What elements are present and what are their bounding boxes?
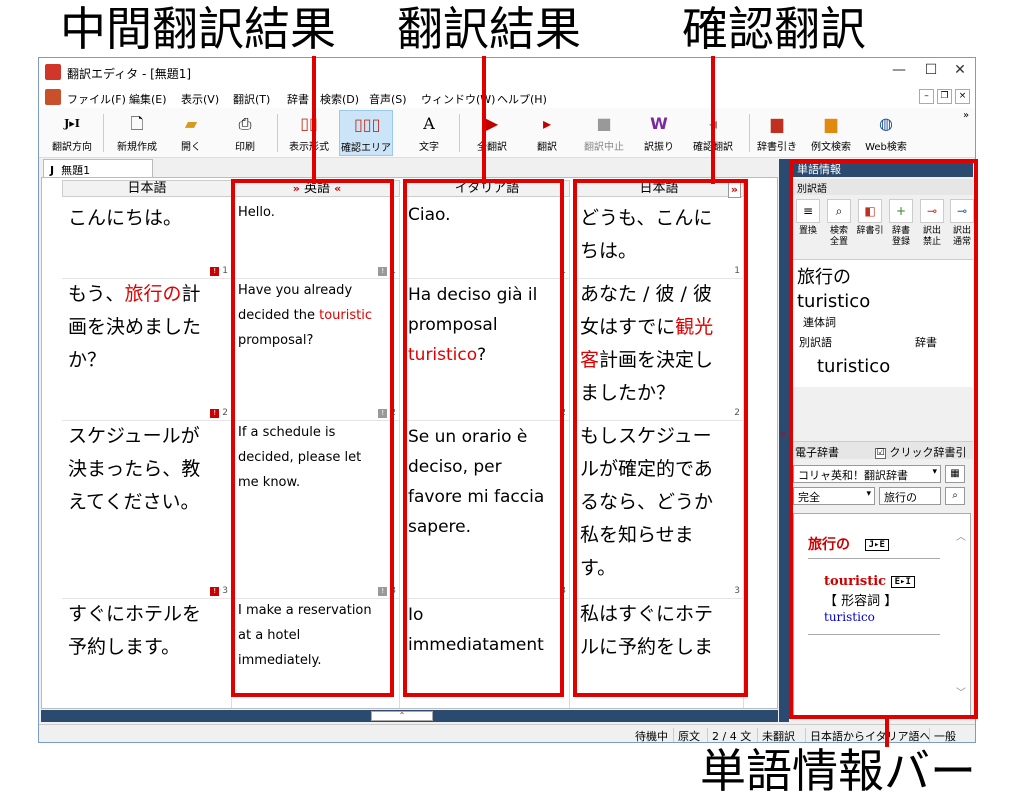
callout-line-result xyxy=(482,56,486,184)
menu-dictionary-search[interactable]: 辞書・検索(D) xyxy=(287,91,359,107)
expand-up-icon[interactable]: ⌃ xyxy=(371,711,433,721)
printer-icon: ⎙ xyxy=(238,114,252,133)
menu-edit[interactable]: 編集(E) xyxy=(129,91,167,107)
dictionary-icon: ▆ xyxy=(770,114,784,133)
stop-icon: ■ xyxy=(596,114,612,133)
segment-1-source[interactable]: こんにちは。 xyxy=(62,202,231,235)
callout-line-intermediate xyxy=(312,56,316,184)
warning-flag-icon: ! xyxy=(210,267,220,276)
mdi-minimize-button[interactable]: – xyxy=(919,89,934,104)
status-count: 2 / 4 文 xyxy=(707,728,755,742)
toolbar-separator xyxy=(749,114,750,152)
window-title: 翻訳エディタ - [無題1] xyxy=(67,67,192,81)
confirm-area-button[interactable]: ▯▯▯ 確認エリア xyxy=(339,110,393,156)
callout-line-wordbar xyxy=(885,715,889,747)
status-direction: 日本語からイタリア語へ xyxy=(805,728,935,742)
title-bar: 翻訳エディタ - [無題1] — ☐ ✕ xyxy=(39,58,975,86)
toolbar-overflow-icon[interactable]: » xyxy=(963,110,969,121)
example-search-button[interactable]: ▆ 例文検索 xyxy=(805,110,857,156)
warning-flag-icon: ! xyxy=(210,409,220,418)
warning-flag-icon: ! xyxy=(210,587,220,596)
highlight-word-info-bar xyxy=(789,159,978,719)
expand-right-icon[interactable]: » xyxy=(780,429,786,440)
display-format-icon: ▯▯ xyxy=(300,114,318,133)
font-icon: A xyxy=(423,114,435,133)
maximize-button[interactable]: ☐ xyxy=(916,62,946,78)
segment-3-source[interactable]: スケジュールが 決まったら、教 えてください。 xyxy=(62,420,231,519)
translate-button[interactable]: ▸ 翻訳 xyxy=(527,110,567,156)
status-field: 一般 xyxy=(929,728,960,742)
column-header-source: 日本語 xyxy=(62,180,232,197)
highlight-target-column xyxy=(403,179,564,697)
segment-number: ! 1 xyxy=(210,266,228,276)
menu-translate[interactable]: 翻訳(T) xyxy=(233,91,270,107)
label-confirm-translation: 確認翻訳 xyxy=(682,2,866,56)
folder-icon: ▰ xyxy=(184,114,198,133)
new-document-icon: 🗋 xyxy=(130,114,144,133)
horizontal-splitter[interactable]: ⌃ xyxy=(41,710,778,722)
segment-4-source[interactable]: すぐにホテルを 予約します。 xyxy=(62,598,231,664)
source-column[interactable]: こんにちは。 ! 1 もう、旅行の計 画を決めました か？ ! 2 スケジュールが … xyxy=(62,198,232,708)
document-tab[interactable]: J 無題1 xyxy=(43,159,153,177)
menu-bar: ファイル(F) 編集(E) 表示(V) 翻訳(T) 辞書・検索(D) 音声(S)… xyxy=(39,86,975,108)
example-icon: ▆ xyxy=(824,114,838,133)
globe-icon: ◍ xyxy=(879,114,893,133)
segment-number: ! 3 xyxy=(210,586,228,596)
label-translation-result: 翻訳結果 xyxy=(397,2,581,56)
app-icon xyxy=(45,64,61,80)
translation-direction-button[interactable]: J▸I 翻訳方向 xyxy=(45,110,99,156)
segment-2-source[interactable]: もう、旅行の計 画を決めました か？ xyxy=(62,278,231,377)
close-button[interactable]: ✕ xyxy=(945,62,975,78)
menu-help[interactable]: ヘルプ(H) xyxy=(497,91,547,107)
vertical-splitter[interactable]: » xyxy=(779,159,789,722)
assign-translation-button[interactable]: W 訳振り xyxy=(637,110,681,156)
print-button[interactable]: ⎙ 印刷 xyxy=(223,110,267,156)
callout-line-confirm xyxy=(711,56,715,184)
toolbar: J▸I 翻訳方向 🗋 新規作成 ▰ 開く ⎙ 印刷 ▯▯ 表示形式 ▯▯▯ 確認… xyxy=(39,108,975,158)
toolbar-separator xyxy=(277,114,278,152)
web-search-button[interactable]: ◍ Web検索 xyxy=(861,110,911,156)
confirm-area-icon: ▯▯▯ xyxy=(354,115,381,134)
mdi-restore-button[interactable]: ❐ xyxy=(937,89,952,104)
document-icon xyxy=(45,89,61,105)
highlight-confirm-column xyxy=(573,179,748,697)
label-intermediate-result: 中間翻訳結果 xyxy=(60,2,336,56)
toolbar-separator xyxy=(103,114,104,152)
status-untranslated: 未翻訳 xyxy=(757,728,799,742)
menu-view[interactable]: 表示(V) xyxy=(181,91,219,107)
mdi-close-button[interactable]: × xyxy=(955,89,970,104)
status-bar: 待機中 原文 2 / 4 文 未翻訳 日本語からイタリア語へ 一般 xyxy=(39,724,975,743)
dict-lookup-button[interactable]: ▆ 辞書引き xyxy=(753,110,801,156)
display-format-button[interactable]: ▯▯ 表示形式 xyxy=(283,110,335,156)
status-mode: 原文 xyxy=(673,728,704,742)
status-state: 待機中 xyxy=(635,730,668,743)
direction-icon: J▸I xyxy=(64,117,80,130)
new-button[interactable]: 🗋 新規作成 xyxy=(109,110,165,156)
menu-file[interactable]: ファイル(F) xyxy=(67,91,126,107)
stop-translate-button[interactable]: ■ 翻訳中止 xyxy=(577,110,631,156)
assign-icon: W xyxy=(650,114,668,133)
font-button[interactable]: A 文字 xyxy=(409,110,449,156)
minimize-button[interactable]: — xyxy=(884,62,914,78)
menu-voice[interactable]: 音声(S) xyxy=(369,91,407,107)
segment-number: ! 2 xyxy=(210,408,228,418)
open-button[interactable]: ▰ 開く xyxy=(169,110,213,156)
translate-all-button[interactable]: ▶ 全翻訳 xyxy=(469,110,515,156)
translate-icon: ▸ xyxy=(542,114,552,133)
label-word-info-bar: 単語情報バー xyxy=(700,744,976,798)
highlight-intermediate-column xyxy=(231,179,394,697)
toolbar-separator xyxy=(459,114,460,152)
